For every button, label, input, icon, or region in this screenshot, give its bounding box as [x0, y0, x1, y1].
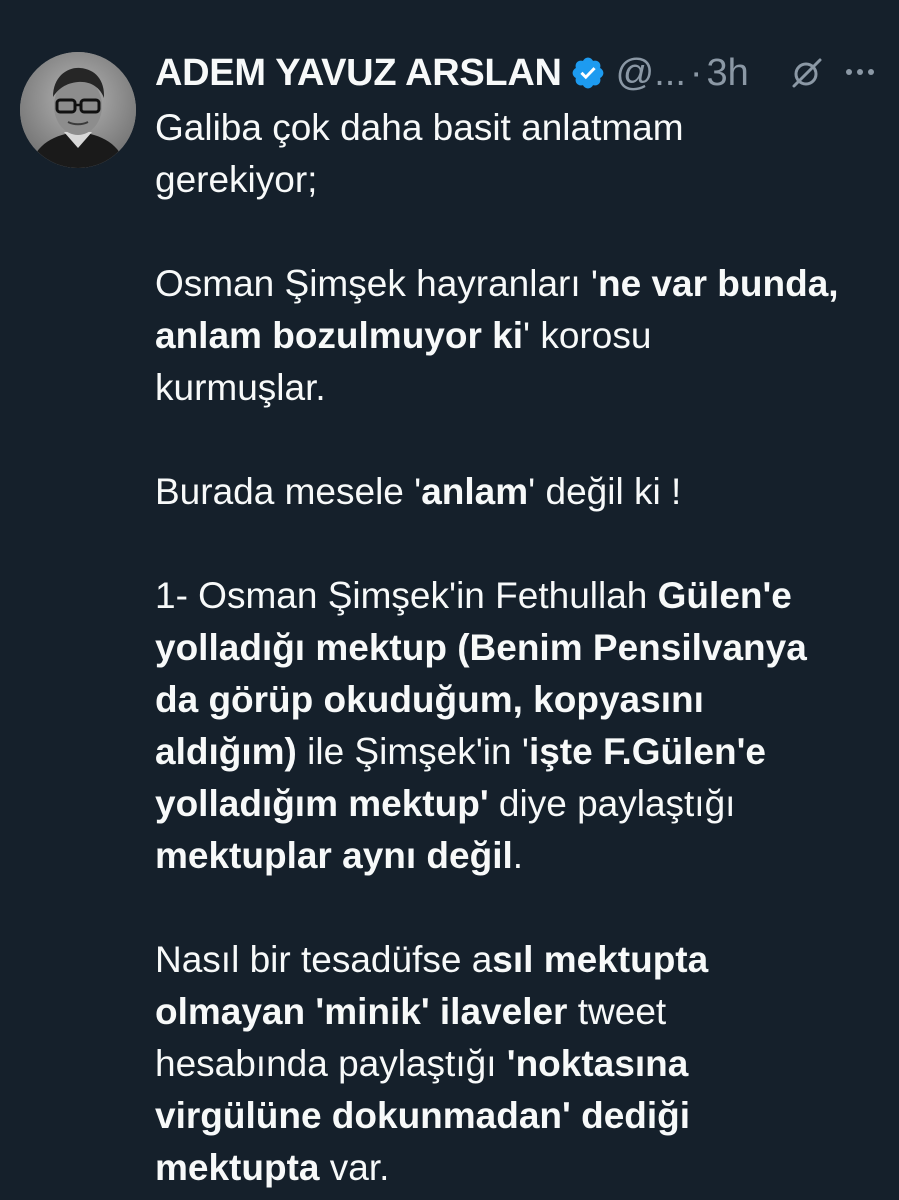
tweet-text-bold-segment: işte F.Gülen'e	[528, 731, 766, 772]
tweet-timestamp[interactable]: 3h	[707, 52, 749, 95]
tweet-text-line: olmayan 'minik' ilaveler tweet	[155, 986, 890, 1038]
tweet-text-bold-segment: virgülüne dokunmadan' dediği	[155, 1095, 691, 1136]
tweet-text-segment: 1- Osman Şimşek'in Fethullah	[155, 575, 658, 616]
tweet-text-segment: diye paylaştığı	[488, 783, 736, 824]
tweet-text-segment: tweet	[567, 991, 667, 1032]
tweet-paragraph: 1- Osman Şimşek'in Fethullah Gülen'e yoll…	[155, 570, 890, 882]
tweet-text-segment: var.	[319, 1147, 390, 1188]
tweet-text-line: 1- Osman Şimşek'in Fethullah Gülen'e	[155, 570, 890, 622]
tweet-text-line: gerekiyor;	[155, 154, 890, 206]
tweet-text-segment: ' değil ki !	[528, 471, 682, 512]
tweet-text-segment: hesabında paylaştığı	[155, 1043, 507, 1084]
tweet-text-line: anlam bozulmuyor ki' korosu	[155, 310, 890, 362]
tweet-text-line: kurmuşlar.	[155, 362, 890, 414]
tweet-text-line: Galiba çok daha basit anlatmam	[155, 102, 890, 154]
tweet-text-bold-segment: mektuplar aynı değil	[155, 835, 513, 876]
tweet-text-bold-segment: sıl mektupta	[492, 939, 709, 980]
tweet-paragraph: Burada mesele 'anlam' değil ki !	[155, 466, 890, 518]
tweet-text-bold-segment: aldığım)	[155, 731, 297, 772]
tweet-text-line: mektuplar aynı değil.	[155, 830, 890, 882]
tweet-paragraph: Osman Şimşek hayranları 'ne var bunda, an…	[155, 258, 890, 414]
verified-badge-icon	[572, 57, 603, 89]
tweet-paragraph: Galiba çok daha basit anlatmam gerekiyor;	[155, 102, 890, 206]
avatar-image	[20, 52, 136, 168]
tweet-text-segment: ' korosu	[523, 315, 652, 356]
tweet-text-line: aldığım) ile Şimşek'in 'işte F.Gülen'e	[155, 726, 890, 778]
tweet-text-bold-segment: mektupta	[155, 1147, 320, 1188]
tweet-text-bold-segment: yolladığım mektup'	[155, 783, 489, 824]
tweet-text-line: hesabında paylaştığı 'noktasına	[155, 1038, 890, 1090]
tweet-text-segment: ile Şimşek'in '	[296, 731, 529, 772]
tweet-text-bold-segment: 'noktasına	[506, 1043, 689, 1084]
tweet-text-segment: kurmuşlar.	[155, 367, 326, 408]
tweet-text-line: mektupta var.	[155, 1142, 890, 1194]
tweet-text-bold-segment: anlam	[421, 471, 529, 512]
tweet-text-line: virgülüne dokunmadan' dediği	[155, 1090, 890, 1142]
tweet-text-bold-segment: olmayan 'minik' ilaveler	[155, 991, 568, 1032]
tweet-text-line: da görüp okuduğum, kopyasını	[155, 674, 890, 726]
more-options-icon[interactable]	[845, 62, 875, 82]
tweet-text-segment: .	[512, 835, 524, 876]
tweet[interactable]: ADEM YAVUZ ARSLAN @... · 3h Galiba çok d…	[0, 0, 899, 1200]
tweet-text-bold-segment: Gülen'e	[657, 575, 792, 616]
author-avatar[interactable]	[20, 52, 136, 168]
tweet-text-segment: Nasıl bir tesadüfse a	[155, 939, 493, 980]
tweet-text-bold-segment: yolladığı mektup (Benim Pensilvanya	[155, 627, 807, 668]
author-handle[interactable]: @...	[616, 52, 686, 95]
tweet-text-line: yolladığı mektup (Benim Pensilvanya	[155, 622, 890, 674]
grok-icon[interactable]	[790, 56, 824, 90]
tweet-text-line: Osman Şimşek hayranları 'ne var bunda,	[155, 258, 890, 310]
author-display-name[interactable]: ADEM YAVUZ ARSLAN	[155, 52, 562, 95]
tweet-text-segment: Burada mesele '	[155, 471, 422, 512]
tweet-paragraph: Nasıl bir tesadüfse asıl mektupta olmayan…	[155, 934, 890, 1194]
tweet-text-line: yolladığım mektup' diye paylaştığı	[155, 778, 890, 830]
tweet-text-segment: gerekiyor;	[155, 159, 318, 200]
tweet-text-line: Nasıl bir tesadüfse asıl mektupta	[155, 934, 890, 986]
tweet-text-segment: Osman Şimşek hayranları '	[155, 263, 598, 304]
header-separator: ·	[689, 51, 703, 94]
tweet-header: ADEM YAVUZ ARSLAN @... · 3h	[155, 48, 879, 98]
tweet-text-segment: Galiba çok daha basit anlatmam	[155, 107, 684, 148]
tweet-text-bold-segment: da görüp okuduğum, kopyasını	[155, 679, 704, 720]
tweet-text: Galiba çok daha basit anlatmam gerekiyor;…	[155, 102, 890, 1194]
tweet-text-bold-segment: ne var bunda,	[598, 263, 839, 304]
tweet-text-bold-segment: anlam bozulmuyor ki	[155, 315, 524, 356]
tweet-text-line: Burada mesele 'anlam' değil ki !	[155, 466, 890, 518]
